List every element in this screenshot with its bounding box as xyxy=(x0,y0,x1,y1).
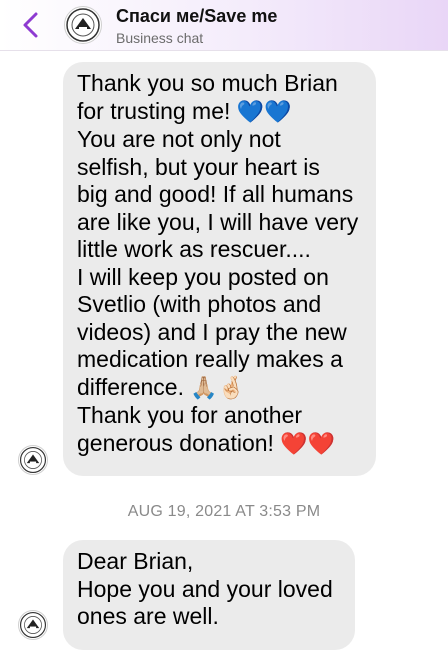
message-line: Svetlio (with photos and xyxy=(77,291,322,317)
message-line: Dear Brian, xyxy=(77,548,194,574)
chat-header: Спаси ме/Save me Business chat xyxy=(0,0,448,51)
message-line: videos) and I pray the new xyxy=(77,318,347,345)
message-line: Thank you so much Brian xyxy=(77,70,338,96)
message-line: Thank you for another xyxy=(77,402,303,428)
message-line: little work as rescuer.... xyxy=(77,236,311,262)
chat-subtitle: Business chat xyxy=(116,30,204,46)
business-avatar[interactable] xyxy=(64,6,102,44)
message-line: are like you, I will have very xyxy=(77,208,359,235)
praying-hands-icon: 🙏🏼🤞🏻 xyxy=(190,375,246,401)
message-line: Hope you and your loved xyxy=(77,575,333,602)
chat-title[interactable]: Спаси ме/Save me xyxy=(116,6,277,27)
sender-avatar[interactable] xyxy=(18,610,48,640)
message-line: generous donation! ❤️❤️ xyxy=(77,429,336,457)
sender-avatar[interactable] xyxy=(18,445,48,475)
message-line: difference. 🙏🏼🤞🏻 xyxy=(77,373,246,401)
message-line: big and good! If all humans xyxy=(77,181,354,207)
message-line: I will keep you posted on xyxy=(77,263,329,290)
message-line: You are not only not xyxy=(77,126,281,152)
message-line: selfish, but your heart is xyxy=(77,153,320,180)
blue-heart-icon: 💙💙 xyxy=(236,99,292,125)
message-line: for trusting me! 💙💙 xyxy=(77,97,292,125)
red-heart-icon: ❤️❤️ xyxy=(280,431,336,457)
chevron-left-icon[interactable] xyxy=(20,11,42,39)
message-bubble[interactable]: Thank you so much Brian for trusting me!… xyxy=(63,62,376,476)
message-timestamp: AUG 19, 2021 AT 3:53 PM xyxy=(127,503,321,520)
message-line: ones are well. xyxy=(77,603,219,629)
message-line: medication really makes a xyxy=(77,346,343,372)
message-bubble[interactable]: Dear Brian, Hope you and your loved ones… xyxy=(63,540,355,650)
